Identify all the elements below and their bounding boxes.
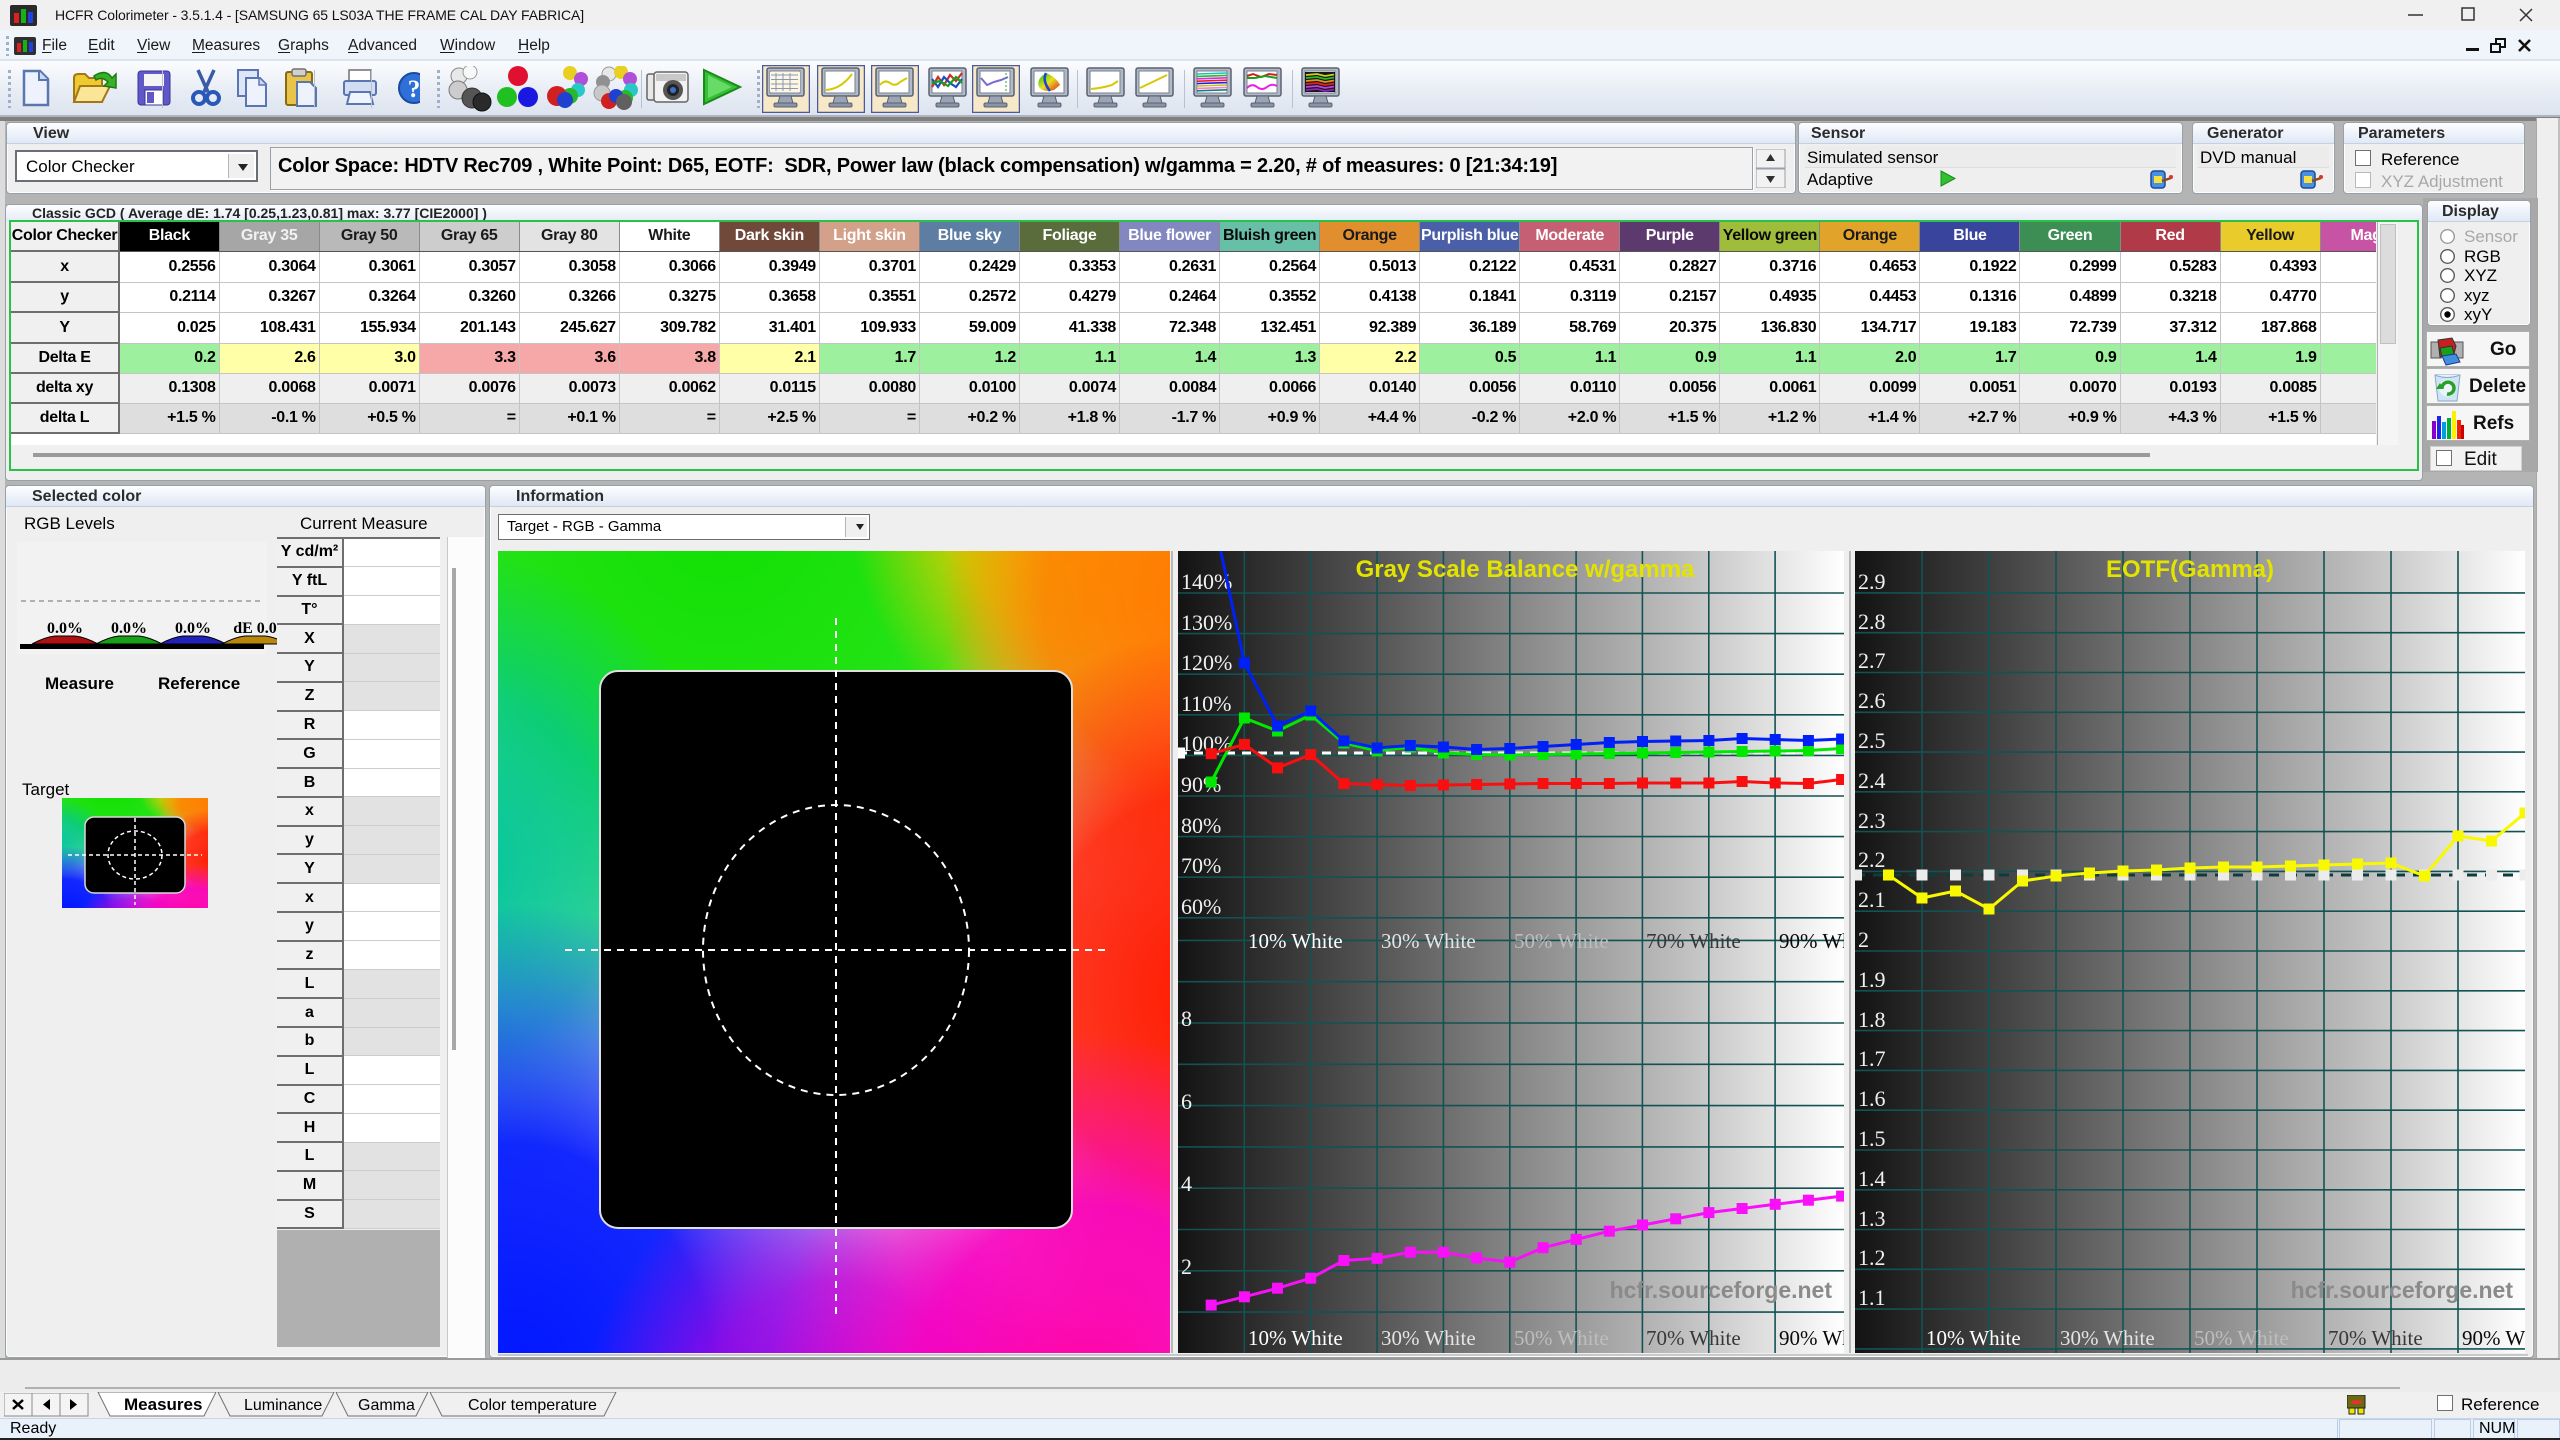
svg-text:2.7: 2.7 [1858, 648, 1886, 673]
svg-text:1.1: 1.1 [1858, 1285, 1886, 1310]
svg-text:50% White: 50% White [1514, 929, 1609, 953]
svg-text:EOTF(Gamma): EOTF(Gamma) [2106, 556, 2274, 583]
svg-text:110%: 110% [1181, 691, 1232, 716]
svg-text:Luminance: Luminance [244, 1397, 322, 1414]
svg-text:70%: 70% [1181, 853, 1221, 878]
svg-text:2.6: 2.6 [1858, 688, 1886, 713]
svg-text:2: 2 [1181, 1254, 1192, 1279]
svg-text:4: 4 [1181, 1171, 1192, 1196]
svg-text:2.2: 2.2 [1858, 847, 1886, 872]
svg-text:50% White: 50% White [2194, 1326, 2289, 1350]
svg-text:1.8: 1.8 [1858, 1007, 1886, 1032]
svg-text:50% White: 50% White [1514, 1326, 1609, 1350]
svg-text:70% White: 70% White [1646, 929, 1741, 953]
svg-text:30% White: 30% White [1381, 929, 1476, 953]
svg-text:hcfr.sourceforge.net: hcfr.sourceforge.net [1610, 1277, 1833, 1303]
svg-text:30% White: 30% White [1381, 1326, 1476, 1350]
svg-text:Gamma: Gamma [358, 1397, 415, 1414]
svg-text:60%: 60% [1181, 894, 1221, 919]
svg-text:80%: 80% [1181, 813, 1221, 838]
svg-text:10% White: 10% White [1926, 1326, 2021, 1350]
svg-text:70% White: 70% White [1646, 1326, 1741, 1350]
svg-text:2.9: 2.9 [1858, 569, 1886, 594]
svg-text:1.6: 1.6 [1858, 1086, 1886, 1111]
svg-text:10% White: 10% White [1248, 1326, 1343, 1350]
svg-text:2.5: 2.5 [1858, 728, 1886, 753]
svg-text:90% Whi: 90% Whi [1779, 1326, 1844, 1350]
svg-text:Measures: Measures [124, 1395, 202, 1414]
svg-text:2.8: 2.8 [1858, 609, 1886, 634]
svg-text:1.4: 1.4 [1858, 1166, 1886, 1191]
svg-text:90% Whi: 90% Whi [1779, 929, 1844, 953]
svg-text:1.5: 1.5 [1858, 1126, 1886, 1151]
svg-text:Gray Scale Balance w/gamma: Gray Scale Balance w/gamma [1356, 556, 1696, 583]
svg-text:70% White: 70% White [2328, 1326, 2423, 1350]
svg-text:2: 2 [1858, 927, 1869, 952]
svg-text:30% White: 30% White [2060, 1326, 2155, 1350]
svg-text:6: 6 [1181, 1089, 1192, 1114]
svg-text:2.3: 2.3 [1858, 808, 1886, 833]
svg-text:90% Whi: 90% Whi [2462, 1326, 2525, 1350]
svg-text:?: ? [408, 76, 420, 103]
svg-text:hcfr.sourceforge.net: hcfr.sourceforge.net [2291, 1277, 2514, 1303]
svg-text:1.9: 1.9 [1858, 967, 1886, 992]
svg-text:1.7: 1.7 [1858, 1046, 1886, 1071]
svg-text:0.0%: 0.0% [175, 620, 211, 637]
svg-text:0.0%: 0.0% [111, 620, 147, 637]
svg-text:8: 8 [1181, 1006, 1192, 1031]
svg-text:2.1: 2.1 [1858, 887, 1886, 912]
svg-text:1.3: 1.3 [1858, 1206, 1886, 1231]
svg-text:Color temperature: Color temperature [468, 1397, 597, 1414]
svg-text:1.2: 1.2 [1858, 1245, 1886, 1270]
svg-text:2.4: 2.4 [1858, 768, 1886, 793]
svg-text:10% White: 10% White [1248, 929, 1343, 953]
svg-text:dE 0.0: dE 0.0 [233, 620, 277, 637]
svg-text:0.0%: 0.0% [47, 620, 83, 637]
svg-text:120%: 120% [1181, 650, 1232, 675]
svg-text:130%: 130% [1181, 610, 1232, 635]
